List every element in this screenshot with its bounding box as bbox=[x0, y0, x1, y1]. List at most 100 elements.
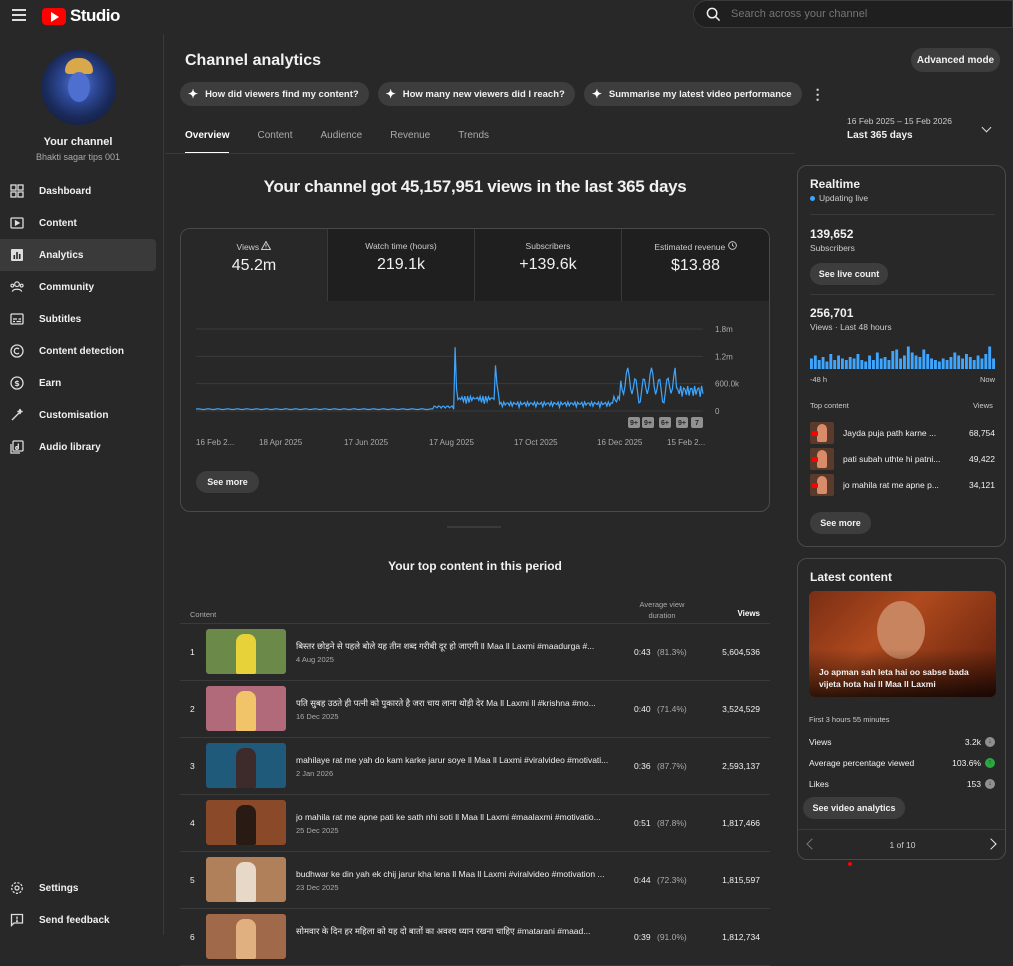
x-tick-label: 16 Dec 2025 bbox=[597, 438, 643, 447]
stat-value: 103.6% bbox=[952, 758, 981, 768]
tab-overview[interactable]: Overview bbox=[185, 130, 230, 154]
video-title[interactable]: सोमवार के दिन हर महिला को यह दो बातों का… bbox=[296, 926, 614, 937]
metric-watch-time[interactable]: Watch time (hours) 219.1k bbox=[328, 229, 475, 301]
video-views: 1,812,734 bbox=[722, 932, 760, 942]
metric-label-text: Views bbox=[236, 242, 260, 252]
studio-logo[interactable]: Studio bbox=[42, 6, 120, 26]
date-range-picker[interactable]: 16 Feb 2025 – 15 Feb 2026 Last 365 days bbox=[847, 116, 992, 141]
realtime-bar bbox=[922, 349, 926, 369]
tab-audience[interactable]: Audience bbox=[321, 130, 363, 154]
sidebar-item-content-detection[interactable]: Content detection bbox=[0, 335, 156, 367]
realtime-bar bbox=[868, 355, 872, 369]
avg-duration: 0:51 bbox=[634, 818, 651, 828]
main-content: Channel analytics Advanced mode ✦ How did… bbox=[165, 34, 1013, 966]
video-thumbnail[interactable] bbox=[206, 686, 286, 731]
sidebar-item-dashboard[interactable]: Dashboard bbox=[0, 175, 156, 207]
sidebar-item-subtitles[interactable]: Subtitles bbox=[0, 303, 156, 335]
bars-start-label: -48 h bbox=[810, 375, 828, 384]
row-rank: 1 bbox=[190, 647, 195, 657]
video-title[interactable]: mahilaye rat me yah do kam karke jarur s… bbox=[296, 755, 614, 765]
see-live-count-button[interactable]: See live count bbox=[810, 263, 888, 285]
menu-icon[interactable] bbox=[12, 9, 26, 21]
tab-revenue[interactable]: Revenue bbox=[390, 130, 430, 154]
magic-wand-icon bbox=[10, 408, 24, 422]
sidebar-item-community[interactable]: Community bbox=[0, 271, 156, 303]
avg-duration: 0:40 bbox=[634, 704, 651, 714]
video-thumbnail[interactable] bbox=[206, 629, 286, 674]
x-tick-label: 17 Oct 2025 bbox=[514, 438, 558, 447]
realtime-bar bbox=[837, 355, 841, 369]
see-more-button[interactable]: See more bbox=[196, 471, 259, 493]
video-title[interactable]: budhwar ke din yah ek chij jarur kha len… bbox=[296, 869, 614, 879]
chip-summarise-video[interactable]: ✦ Summarise my latest video performance bbox=[583, 82, 802, 106]
table-row[interactable]: 1 बिस्तर छोड़ने से पहले बोले यह तीन शब्द… bbox=[180, 624, 770, 681]
metric-subscribers[interactable]: Subscribers +139.6k bbox=[475, 229, 622, 301]
chip-viewers-find[interactable]: ✦ How did viewers find my content? bbox=[180, 82, 369, 106]
video-thumbnail[interactable] bbox=[206, 857, 286, 902]
video-title[interactable]: बिस्तर छोड़ने से पहले बोले यह तीन शब्द ग… bbox=[296, 641, 614, 652]
sidebar-item-analytics[interactable]: Analytics bbox=[0, 239, 156, 271]
top-bar: Studio bbox=[0, 0, 1013, 34]
tab-trends[interactable]: Trends bbox=[458, 130, 489, 154]
realtime-status: Updating live bbox=[810, 193, 868, 203]
sidebar-item-earn[interactable]: $ Earn bbox=[0, 367, 156, 399]
realtime-bar bbox=[813, 355, 817, 369]
video-thumbnail[interactable] bbox=[206, 914, 286, 959]
video-title[interactable]: पति सुबह उठते ही पत्नी को पुकारते है जरा… bbox=[296, 698, 614, 709]
video-views: 2,593,137 bbox=[722, 761, 760, 771]
video-marker[interactable]: 9+ bbox=[642, 417, 654, 428]
stat-label: Views bbox=[809, 737, 832, 747]
video-marker[interactable]: 7 bbox=[691, 417, 703, 428]
divider bbox=[810, 294, 995, 295]
channel-avatar[interactable] bbox=[41, 50, 116, 125]
realtime-bar bbox=[829, 354, 833, 369]
video-title[interactable]: jo mahila rat me apne pati ke sath nhi s… bbox=[296, 812, 614, 822]
svg-text:$: $ bbox=[14, 379, 20, 388]
sidebar-item-label: Community bbox=[39, 281, 94, 293]
table-row[interactable]: 4 jo mahila rat me apne pati ke sath nhi… bbox=[180, 795, 770, 852]
video-thumbnail[interactable] bbox=[206, 800, 286, 845]
video-marker[interactable]: 6+ bbox=[659, 417, 671, 428]
realtime-bar bbox=[879, 358, 883, 369]
metric-views[interactable]: Views 45.2m bbox=[181, 229, 328, 301]
sidebar-item-audio-library[interactable]: Audio library bbox=[0, 431, 156, 463]
tabs-divider bbox=[165, 153, 795, 154]
dashboard-icon bbox=[10, 184, 24, 198]
realtime-bar bbox=[992, 358, 996, 369]
col-avg-duration: Average view duration bbox=[639, 600, 685, 620]
see-video-analytics-button[interactable]: See video analytics bbox=[803, 797, 905, 819]
sidebar-item-label: Settings bbox=[39, 882, 79, 894]
metric-revenue[interactable]: Estimated revenue $13.88 bbox=[622, 229, 769, 301]
sidebar-bottom: Settings Send feedback bbox=[0, 872, 164, 936]
video-thumbnail[interactable] bbox=[206, 743, 286, 788]
advanced-mode-button[interactable]: Advanced mode bbox=[911, 48, 1000, 72]
page-title: Channel analytics bbox=[185, 52, 322, 69]
chip-new-viewers[interactable]: ✦ How many new viewers did I reach? bbox=[377, 82, 575, 106]
sidebar-item-send-feedback[interactable]: Send feedback bbox=[0, 904, 156, 936]
y-tick-label: 1.2m bbox=[715, 352, 733, 361]
table-row[interactable]: 6 सोमवार के दिन हर महिला को यह दो बातों … bbox=[180, 909, 770, 966]
sidebar-item-settings[interactable]: Settings bbox=[0, 872, 156, 904]
table-row[interactable]: 3 mahilaye rat me yah do kam karke jarur… bbox=[180, 738, 770, 795]
sidebar-item-content[interactable]: Content bbox=[0, 207, 156, 239]
search-bar[interactable] bbox=[693, 0, 1013, 28]
search-input[interactable] bbox=[731, 8, 981, 20]
video-marker[interactable]: 9+ bbox=[676, 417, 688, 428]
video-title: pati subah uthte hi patni... bbox=[843, 454, 941, 464]
realtime-bar bbox=[844, 360, 848, 369]
tab-content[interactable]: Content bbox=[257, 130, 292, 154]
table-row[interactable]: 2 पति सुबह उठते ही पत्नी को पुकारते है ज… bbox=[180, 681, 770, 738]
latest-video-caption: Jo apman sah leta hai oo sabse bada vije… bbox=[819, 666, 989, 690]
realtime-top-item[interactable]: pati subah uthte hi patni... 49,422 bbox=[810, 448, 995, 470]
arrow-down-icon: ↓ bbox=[985, 737, 995, 747]
realtime-top-item[interactable]: jo mahila rat me apne p... 34,121 bbox=[810, 474, 995, 496]
table-row[interactable]: 5 budhwar ke din yah ek chij jarur kha l… bbox=[180, 852, 770, 909]
video-marker[interactable]: 9+ bbox=[628, 417, 640, 428]
x-tick-label: 18 Apr 2025 bbox=[259, 438, 303, 447]
realtime-see-more-button[interactable]: See more bbox=[810, 512, 871, 534]
x-tick-label: 15 Feb 2... bbox=[667, 438, 705, 447]
realtime-top-item[interactable]: Jayda puja path karne ... 68,754 bbox=[810, 422, 995, 444]
sidebar-item-customisation[interactable]: Customisation bbox=[0, 399, 156, 431]
more-options-icon[interactable]: ⋮ bbox=[811, 86, 825, 103]
subtitles-icon bbox=[10, 312, 24, 326]
